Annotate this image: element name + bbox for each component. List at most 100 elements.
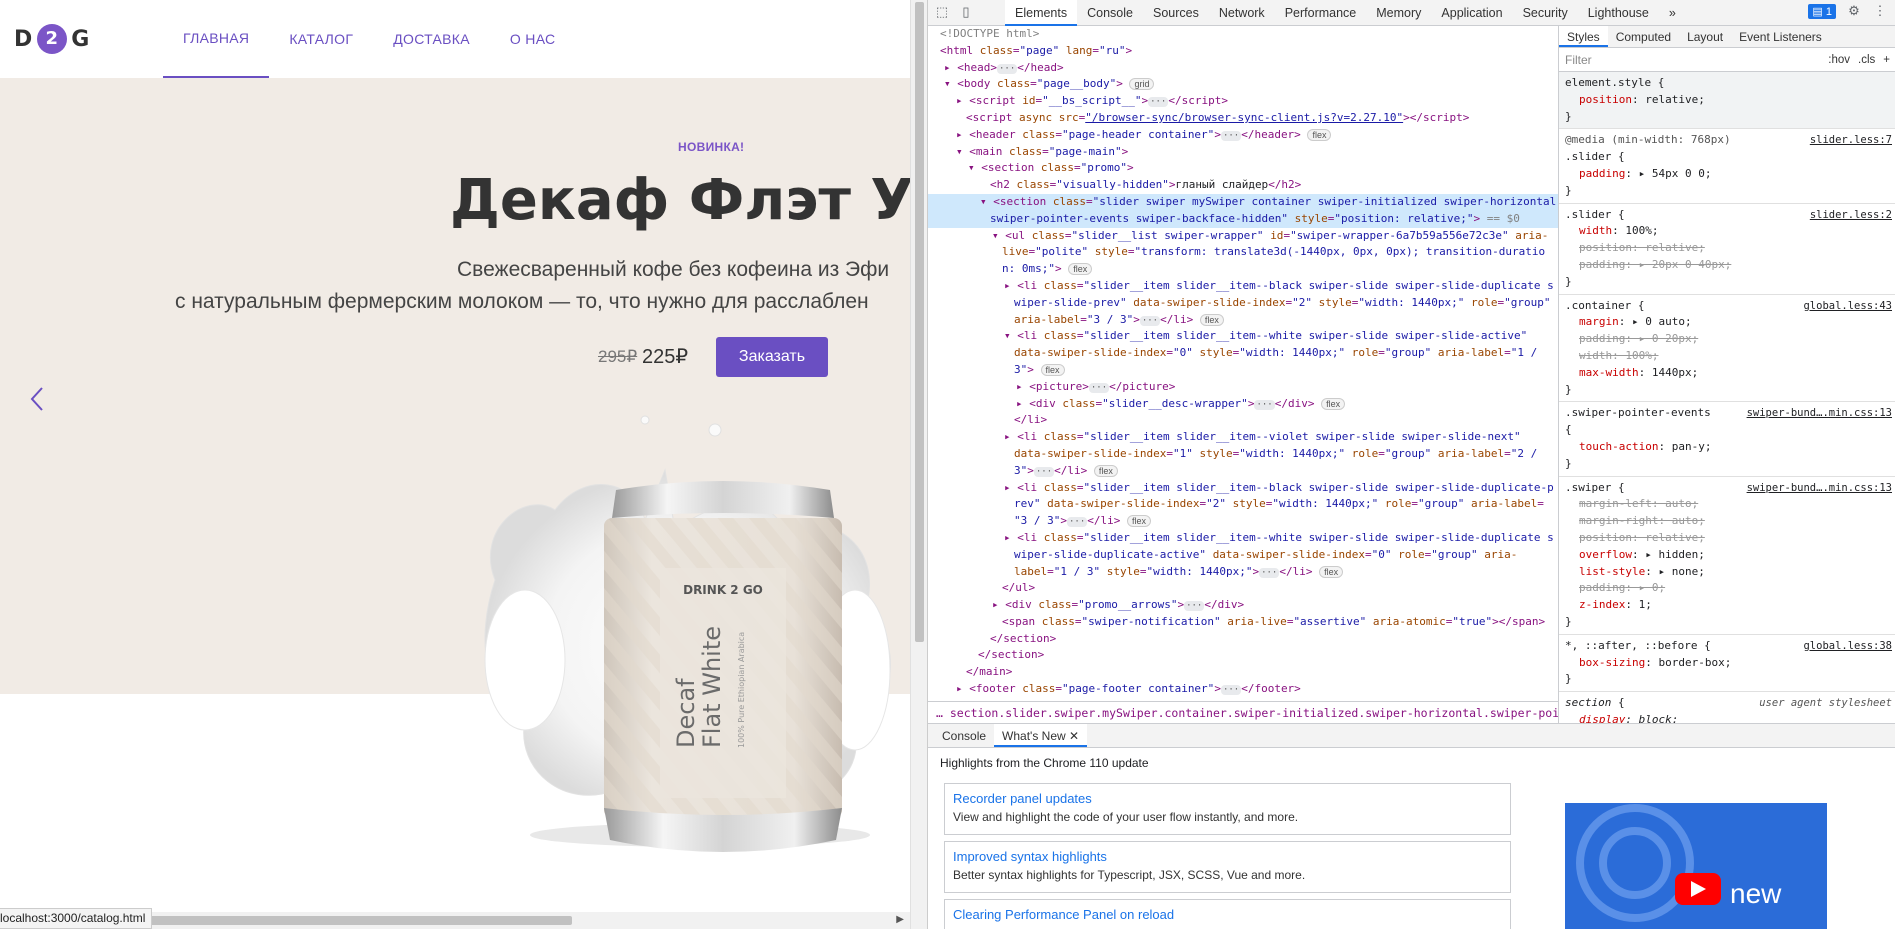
dom-node-desc-wrapper[interactable]: ▸ <div class="slider__desc-wrapper"> ··· <…: [928, 396, 1558, 413]
style-rule-container[interactable]: .container { global.less:43 margin: ▸ 0 …: [1559, 295, 1895, 403]
dom-node-slide-1[interactable]: ▸ <li class="slider__item slider__item--…: [928, 278, 1558, 295]
drawer-tabs: Console What's New ✕: [928, 724, 1895, 748]
dom-node-browser-sync-script[interactable]: <script async src="/browser-sync/browser…: [928, 110, 1558, 127]
dom-node-ul-close[interactable]: </ul>: [928, 580, 1558, 597]
dom-node-slide-1-cont2[interactable]: aria-label="3 / 3"> ··· </li> flex: [928, 312, 1558, 329]
page-vertical-scrollbar[interactable]: [910, 0, 927, 929]
site-logo[interactable]: D 2 G: [14, 22, 90, 56]
tab-security[interactable]: Security: [1513, 0, 1578, 26]
dom-node-main[interactable]: ▾ <main class="page-main">: [928, 144, 1558, 161]
style-source-link[interactable]: slider.less:2: [1810, 207, 1892, 224]
status-bar-url: localhost:3000/catalog.html: [0, 908, 153, 929]
dom-node-slide-violet-cont2[interactable]: 3"> ··· </li> flex: [928, 463, 1558, 480]
tab-computed[interactable]: Computed: [1608, 26, 1679, 47]
style-rule-swiper[interactable]: .swiper { swiper-bund….min.css:13 margin…: [1559, 477, 1895, 635]
inspect-element-icon[interactable]: ⬚: [934, 4, 950, 20]
dom-node-slider-selected[interactable]: ▾ <section class="slider swiper mySwiper…: [928, 193, 1558, 211]
dom-node-promo-arrows[interactable]: ▸ <div class="promo__arrows"> ··· </div>: [928, 597, 1558, 614]
whats-new-card[interactable]: Recorder panel updates View and highligh…: [944, 783, 1511, 835]
dom-node-slider-list-cont[interactable]: live="polite" style="transform: translat…: [928, 244, 1558, 261]
dom-node-slider-list[interactable]: ▾ <ul class="slider__list swiper-wrapper…: [928, 228, 1558, 245]
horizontal-scroll-thumb[interactable]: [118, 916, 572, 925]
style-source-link[interactable]: slider.less:7: [1810, 132, 1892, 149]
dom-node-main-close[interactable]: </main>: [928, 664, 1558, 681]
dom-node-slider-list-cont2[interactable]: n: 0ms;"> flex: [928, 261, 1558, 278]
dom-node-slide-dup-prev-cont2[interactable]: "3 / 3"> ··· </li> flex: [928, 513, 1558, 530]
dom-node-doctype[interactable]: <!DOCTYPE html>: [928, 26, 1558, 43]
whats-new-card[interactable]: Improved syntax highlights Better syntax…: [944, 841, 1511, 893]
dom-breadcrumb[interactable]: … section.slider.swiper.mySwiper.contain…: [928, 701, 1558, 723]
style-rule-slider[interactable]: .slider { slider.less:2 width: 100%; pos…: [1559, 204, 1895, 295]
tab-lighthouse[interactable]: Lighthouse: [1578, 0, 1659, 26]
dom-node-slide-violet[interactable]: ▸ <li class="slider__item slider__item--…: [928, 429, 1558, 446]
dom-node-section-close[interactable]: </section>: [928, 631, 1558, 648]
more-tabs-icon[interactable]: »: [1659, 0, 1686, 26]
drawer-tab-console[interactable]: Console: [934, 724, 994, 747]
close-icon[interactable]: ✕: [1069, 729, 1079, 743]
dom-node-slide-active-cont[interactable]: data-swiper-slide-index="0" style="width…: [928, 345, 1558, 362]
tab-memory[interactable]: Memory: [1366, 0, 1431, 26]
dom-node-li-close[interactable]: </li>: [928, 412, 1558, 429]
can-name-line1: Decaf: [672, 678, 700, 748]
dom-node-slider-selected-cont[interactable]: swiper-pointer-events swiper-backface-hi…: [928, 210, 1558, 228]
styles-filter-input[interactable]: Filter: [1565, 52, 1592, 69]
style-rule-slider-media[interactable]: @media (min-width: 768px) .slider { slid…: [1559, 129, 1895, 204]
scroll-right-arrow-icon[interactable]: ▶: [896, 914, 904, 925]
style-rule-element[interactable]: element.style { position: relative; }: [1559, 72, 1895, 130]
more-options-icon[interactable]: ⋮: [1872, 3, 1888, 19]
dom-node-head[interactable]: ▸ <head> ··· </head>: [928, 60, 1558, 77]
dom-node-bs-script[interactable]: ▸ <script id="__bs_script__"> ··· </script…: [928, 93, 1558, 110]
dom-node-slide-dup-prev[interactable]: ▸ <li class="slider__item slider__item--…: [928, 480, 1558, 497]
style-source-link[interactable]: global.less:43: [1803, 298, 1892, 315]
style-rule-section-ua[interactable]: section { user agent stylesheet display:…: [1559, 692, 1895, 723]
tab-console[interactable]: Console: [1077, 0, 1143, 26]
dom-node-slide-active-cont2[interactable]: 3"> flex: [928, 362, 1558, 379]
nav-item-about[interactable]: О НАС: [490, 0, 576, 78]
style-rule-universal[interactable]: *, ::after, ::before { global.less:38 bo…: [1559, 635, 1895, 693]
style-source-link[interactable]: global.less:38: [1803, 638, 1892, 655]
tab-layout[interactable]: Layout: [1679, 26, 1731, 47]
whats-new-card[interactable]: Clearing Performance Panel on reload: [944, 899, 1511, 929]
dom-node-body[interactable]: ▾ <body class="page__body"> grid: [928, 76, 1558, 93]
dom-node-picture[interactable]: ▸ <picture> ··· </picture>: [928, 379, 1558, 396]
tab-elements[interactable]: Elements: [1005, 0, 1078, 26]
style-source-link[interactable]: swiper-bund….min.css:13: [1747, 480, 1892, 497]
nav-item-home[interactable]: ГЛАВНАЯ: [163, 0, 270, 78]
device-toolbar-icon[interactable]: ▯: [958, 4, 974, 20]
vertical-scroll-thumb[interactable]: [915, 2, 924, 642]
dom-node-promo-close[interactable]: </section>: [928, 647, 1558, 664]
tab-sources[interactable]: Sources: [1143, 0, 1209, 26]
nav-item-catalog[interactable]: КАТАЛОГ: [269, 0, 373, 78]
style-rule-swiper-pointer[interactable]: .swiper-pointer-events swiper-bund….min.…: [1559, 402, 1895, 477]
tab-event-listeners[interactable]: Event Listeners: [1731, 26, 1830, 47]
class-toggle[interactable]: .cls: [1858, 52, 1875, 69]
tab-styles[interactable]: Styles: [1559, 26, 1608, 47]
dom-node-slide-dup-prev-cont[interactable]: rev" data-swiper-slide-index="2" style="…: [928, 496, 1558, 513]
tab-performance[interactable]: Performance: [1275, 0, 1367, 26]
nav-item-delivery[interactable]: ДОСТАВКА: [373, 0, 490, 78]
dom-node-slide-dup-active[interactable]: ▸ <li class="slider__item slider__item--…: [928, 530, 1558, 547]
dom-node-slide-violet-cont[interactable]: data-swiper-slide-index="1" style="width…: [928, 446, 1558, 463]
tab-application[interactable]: Application: [1431, 0, 1512, 26]
dom-node-slide-dup-active-cont[interactable]: wiper-slide-duplicate-active" data-swipe…: [928, 547, 1558, 564]
order-button[interactable]: Заказать: [716, 337, 828, 377]
dom-node-swiper-notification[interactable]: <span class="swiper-notification" aria-l…: [928, 614, 1558, 631]
dom-node-promo-section[interactable]: ▾ <section class="promo">: [928, 160, 1558, 177]
slider-prev-arrow-icon[interactable]: [26, 382, 50, 416]
dom-node-h2[interactable]: <h2 class="visually-hidden">гланый слайд…: [928, 177, 1558, 194]
dom-node-footer[interactable]: ▸ <footer class="page-footer container">…: [928, 681, 1558, 698]
drawer-tab-whats-new-label: What's New: [1002, 729, 1066, 743]
whats-new-video-thumbnail[interactable]: new: [1565, 803, 1827, 929]
dom-node-slide-1-cont[interactable]: wiper-slide-prev" data-swiper-slide-inde…: [928, 295, 1558, 312]
issues-badge[interactable]: ▤ 1: [1808, 3, 1836, 19]
dom-node-slide-active[interactable]: ▾ <li class="slider__item slider__item--…: [928, 328, 1558, 345]
settings-gear-icon[interactable]: ⚙: [1846, 3, 1862, 19]
dom-node-header[interactable]: ▸ <header class="page-header container">…: [928, 127, 1558, 144]
new-rule-button[interactable]: +: [1883, 52, 1890, 69]
drawer-tab-whats-new[interactable]: What's New ✕: [994, 724, 1088, 747]
dom-node-html[interactable]: <html class="page" lang="ru">: [928, 43, 1558, 60]
dom-node-slide-dup-active-cont2[interactable]: label="1 / 3" style="width: 1440px;"> ···…: [928, 564, 1558, 581]
hover-state-toggle[interactable]: :hov: [1828, 52, 1850, 69]
tab-network[interactable]: Network: [1209, 0, 1275, 26]
style-source-link[interactable]: swiper-bund….min.css:13: [1747, 405, 1892, 422]
